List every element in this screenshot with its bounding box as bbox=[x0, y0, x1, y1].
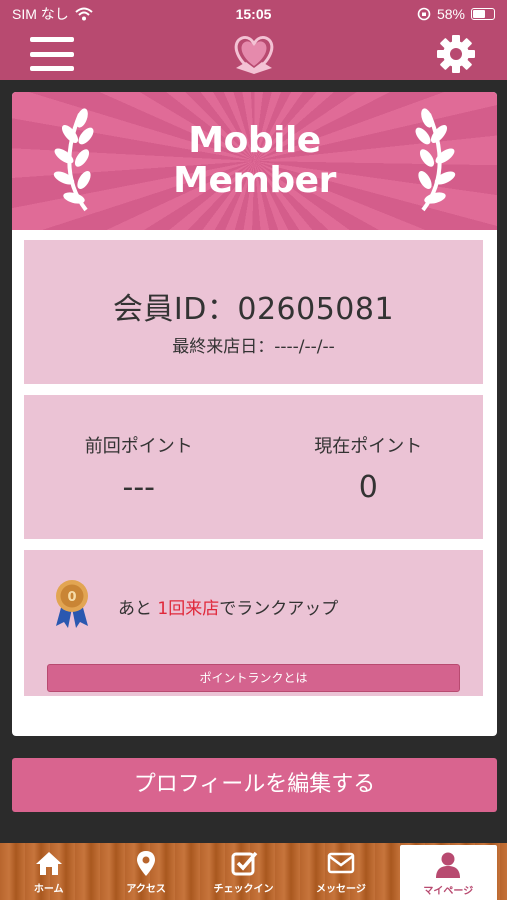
home-icon bbox=[35, 852, 62, 875]
tab-home-label: ホーム bbox=[33, 884, 64, 895]
shop-logo bbox=[234, 36, 274, 74]
banner-title-line2: Member bbox=[173, 160, 336, 201]
menu-button[interactable] bbox=[30, 37, 74, 71]
tab-home[interactable]: ホーム bbox=[0, 843, 97, 900]
rank-suffix: でランクアップ bbox=[219, 599, 339, 619]
banner-title-line1: Mobile bbox=[188, 120, 321, 161]
user-icon bbox=[436, 852, 461, 878]
points-panel: 前回ポイント --- 現在ポイント 0 bbox=[24, 395, 483, 539]
battery-icon bbox=[471, 8, 495, 20]
previous-points-value: --- bbox=[122, 470, 155, 505]
rank-visits-needed: 1回来店 bbox=[157, 599, 220, 619]
map-pin-icon bbox=[137, 851, 156, 876]
current-points-value: 0 bbox=[358, 470, 378, 505]
carrier-label: SIM なし bbox=[12, 6, 69, 22]
last-visit-date: 最終来店日：----/--/-- bbox=[172, 337, 335, 357]
laurel-left-icon bbox=[53, 108, 94, 212]
rank-panel: 0 あと 1回来店でランクアップ ポイントランクとは bbox=[24, 550, 483, 696]
battery-percent: 58% bbox=[436, 6, 465, 22]
tab-access-label: アクセス bbox=[126, 884, 166, 895]
tab-message[interactable]: メッセージ bbox=[292, 843, 389, 900]
orientation-lock-icon bbox=[417, 7, 431, 21]
medal-icon: 0 bbox=[56, 580, 88, 628]
current-points-label: 現在ポイント bbox=[314, 436, 423, 457]
tab-checkin-label: チェックイン bbox=[213, 884, 274, 895]
tab-mypage[interactable]: マイページ bbox=[399, 845, 498, 900]
laurel-right-icon bbox=[415, 108, 456, 212]
member-id-panel: 会員ID：02605081 最終来店日：----/--/-- bbox=[24, 240, 483, 384]
edit-profile-button[interactable]: プロフィールを編集する bbox=[12, 758, 497, 812]
settings-gear-icon[interactable] bbox=[435, 33, 477, 75]
wifi-icon bbox=[75, 7, 93, 21]
banner-title: Mobile Member bbox=[173, 121, 336, 201]
member-card: Mobile Member 会員ID：02605081 最終来店日：----/-… bbox=[12, 92, 497, 736]
checkin-icon bbox=[231, 851, 257, 876]
tab-mypage-label: マイページ bbox=[423, 886, 474, 897]
previous-points: 前回ポイント --- bbox=[24, 395, 254, 539]
previous-points-label: 前回ポイント bbox=[84, 436, 193, 457]
tab-message-label: メッセージ bbox=[316, 884, 366, 895]
member-banner: Mobile Member bbox=[12, 92, 497, 230]
rank-up-message: あと 1回来店でランクアップ bbox=[118, 594, 338, 619]
point-rank-info-button[interactable]: ポイントランクとは bbox=[47, 664, 460, 692]
tab-access[interactable]: アクセス bbox=[97, 843, 194, 900]
app-header bbox=[0, 28, 507, 80]
rank-prefix: あと bbox=[118, 599, 158, 619]
svg-text:0: 0 bbox=[67, 590, 76, 605]
member-id: 会員ID：02605081 bbox=[112, 292, 395, 327]
bottom-tab-bar: ホーム アクセス チェックイン メッセージ マイページ bbox=[0, 843, 507, 900]
current-points: 現在ポイント 0 bbox=[254, 395, 484, 539]
status-bar: SIM なし 15:05 58% bbox=[0, 0, 507, 28]
envelope-icon bbox=[327, 852, 355, 874]
tab-checkin[interactable]: チェックイン bbox=[195, 843, 292, 900]
